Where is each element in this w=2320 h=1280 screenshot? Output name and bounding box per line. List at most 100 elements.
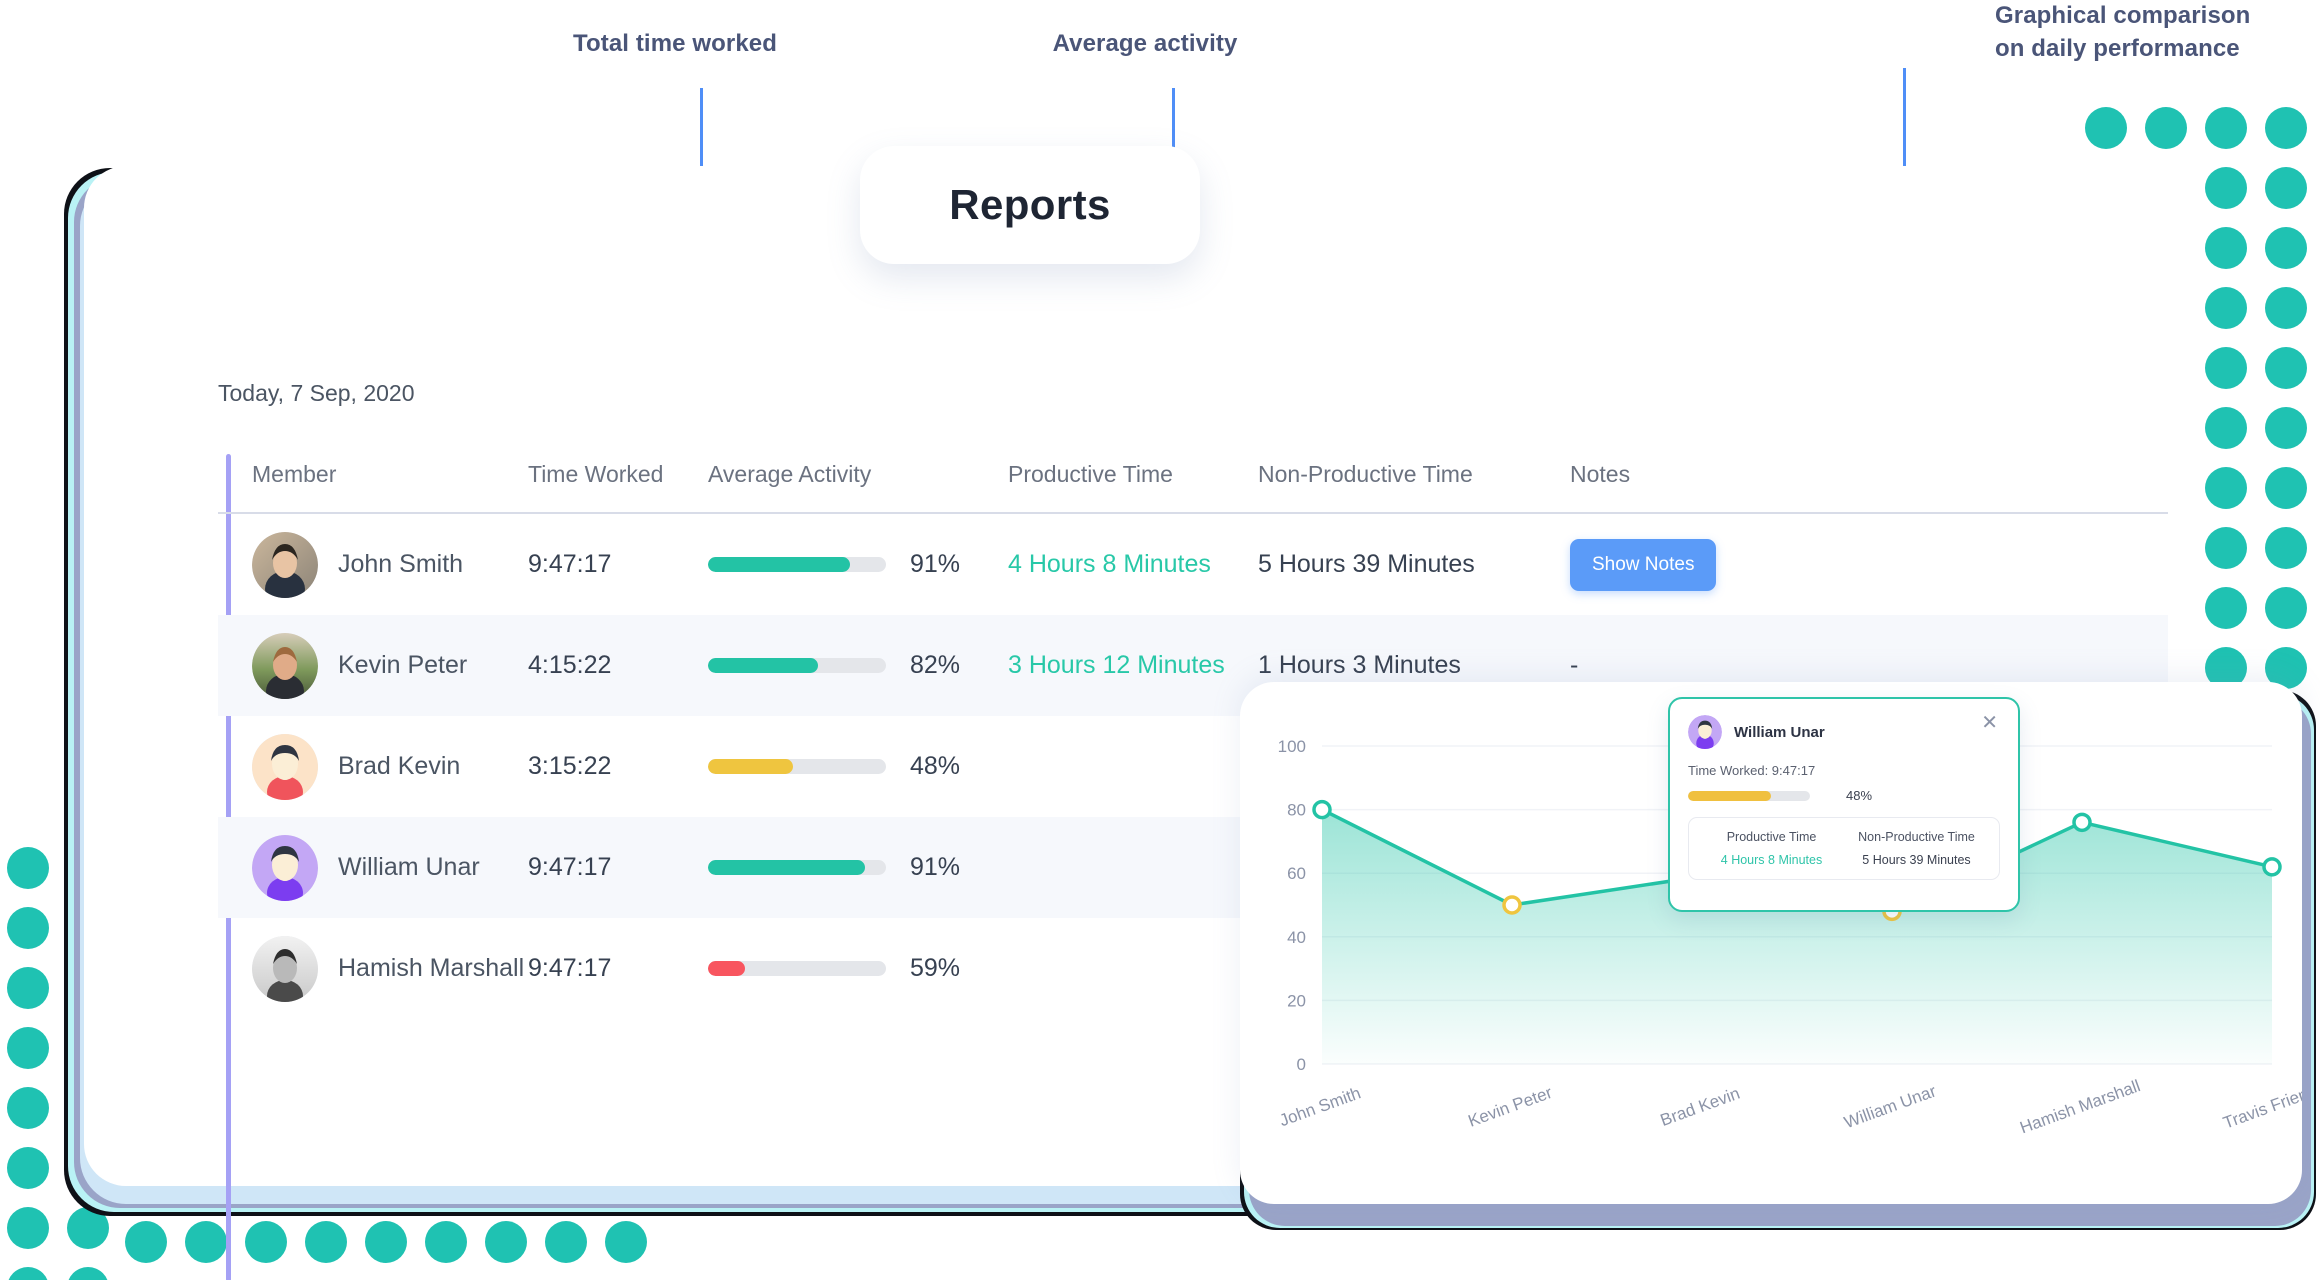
- decorative-dot: [2205, 167, 2247, 209]
- chart-x-tick-label: John Smith: [1277, 1083, 1363, 1130]
- average-activity-cell: 59%: [708, 954, 1008, 983]
- chart-y-tick-label: 20: [1287, 991, 1306, 1010]
- chart-x-tick-label: Hamish Marshall: [2017, 1076, 2142, 1137]
- decorative-dot: [2085, 107, 2127, 149]
- close-icon[interactable]: ✕: [1977, 711, 2002, 735]
- tooltip-header: William Unar: [1688, 715, 2000, 749]
- time-worked-cell: 3:15:22: [528, 752, 708, 781]
- decorative-dot: [2205, 527, 2247, 569]
- tooltip-time-worked: Time Worked: 9:47:17: [1688, 763, 1816, 778]
- decorative-dot: [425, 1221, 467, 1263]
- decorative-dot: [2205, 467, 2247, 509]
- decorative-dot: [2265, 227, 2307, 269]
- decorative-dot: [2205, 287, 2247, 329]
- annotation-total-time-worked: Total time worked: [573, 30, 777, 57]
- non-productive-time-cell: 1 Hours 3 Minutes: [1258, 651, 1508, 680]
- chart-x-tick-label: Brad Kevin: [1658, 1084, 1743, 1130]
- member-name: William Unar: [338, 853, 480, 881]
- tooltip-activity-percent: 48%: [1846, 788, 1873, 803]
- decorative-dot: [7, 1207, 49, 1249]
- decorative-dot: [2265, 527, 2307, 569]
- avatar: [252, 531, 318, 598]
- notes-cell: -: [1508, 651, 1748, 680]
- show-notes-button[interactable]: Show Notes: [1570, 538, 1717, 591]
- productive-time-cell: 3 Hours 12 Minutes: [1008, 651, 1258, 680]
- decorative-dot: [2265, 287, 2307, 329]
- notes-cell: Show Notes: [1508, 538, 1748, 591]
- activity-bar-track: [708, 961, 886, 976]
- decorative-dot: [7, 967, 49, 1009]
- column-header-average-activity: Average Activity: [708, 460, 872, 487]
- activity-percent: 91%: [910, 853, 961, 881]
- decorative-dot: [2265, 587, 2307, 629]
- tooltip-activity-bar-fill: [1688, 790, 1771, 801]
- average-activity-cell: 82%: [708, 651, 1008, 680]
- chart-data-point[interactable]: [1312, 799, 1332, 820]
- decorative-dot: [185, 1221, 227, 1263]
- screenshot-root: Total time worked Average activity Graph…: [0, 0, 2320, 1280]
- decorative-dot: [7, 1267, 49, 1280]
- tooltip-times-box: Productive Time 4 Hours 8 Minutes Non-Pr…: [1688, 817, 2000, 880]
- member-cell: Hamish Marshall: [218, 935, 528, 1002]
- time-worked-value: 9:47:17: [528, 550, 612, 578]
- decorative-dot: [2265, 347, 2307, 389]
- decorative-dot: [67, 1267, 109, 1280]
- decorative-dot: [245, 1221, 287, 1263]
- activity-percent: 82%: [910, 651, 961, 679]
- activity-bar-track: [708, 860, 886, 875]
- avatar: [1688, 715, 1722, 749]
- decorative-dot: [125, 1221, 167, 1263]
- decorative-dot: [2205, 407, 2247, 449]
- tab-reports[interactable]: Reports: [860, 146, 1200, 264]
- decorative-dot: [2205, 347, 2247, 389]
- decorative-dot: [2205, 107, 2247, 149]
- column-header-non-productive-time: Non-Productive Time: [1258, 460, 1473, 487]
- avatar: [252, 632, 318, 699]
- tooltip-productive-column: Productive Time 4 Hours 8 Minutes: [1699, 830, 1844, 867]
- page-title: Reports: [949, 181, 1111, 228]
- member-cell: Brad Kevin: [218, 733, 528, 800]
- average-activity-cell: 91%: [708, 853, 1008, 882]
- time-worked-value: 9:47:17: [528, 954, 612, 982]
- decorative-dot: [2265, 107, 2307, 149]
- annotation-graphical-comparison: Graphical comparison on daily performanc…: [1995, 2, 2251, 62]
- tooltip-non-productive-value: 5 Hours 39 Minutes: [1862, 853, 1971, 867]
- avatar: [252, 834, 318, 901]
- decorative-dot: [2205, 227, 2247, 269]
- member-name: Hamish Marshall: [338, 954, 525, 982]
- tooltip-non-productive-column: Non-Productive Time 5 Hours 39 Minutes: [1844, 830, 1989, 867]
- tooltip-member-name: William Unar: [1734, 723, 1825, 741]
- productive-time-value: 3 Hours 12 Minutes: [1008, 651, 1225, 679]
- decorative-dot: [7, 1027, 49, 1069]
- table-row[interactable]: John Smith 9:47:17 91% 4 Hours 8 Minutes…: [218, 514, 2168, 615]
- decorative-dot: [2265, 167, 2307, 209]
- activity-percent: 59%: [910, 954, 961, 982]
- column-header-time-worked: Time Worked: [528, 460, 664, 487]
- activity-bar-track: [708, 759, 886, 774]
- member-cell: Kevin Peter: [218, 632, 528, 699]
- average-activity-cell: 48%: [708, 752, 1008, 781]
- chart-tooltip-popup[interactable]: ✕ William Unar Time Worked: 9:47:17 48%: [1668, 697, 2020, 912]
- time-worked-value: 9:47:17: [528, 853, 612, 881]
- tooltip-non-productive-header: Non-Productive Time: [1858, 830, 1975, 844]
- productive-time-cell: 4 Hours 8 Minutes: [1008, 550, 1258, 579]
- member-name: Brad Kevin: [338, 752, 461, 780]
- chart-data-point[interactable]: [2262, 857, 2282, 877]
- chart-data-point[interactable]: [1502, 895, 1522, 915]
- chart-y-tick-label: 80: [1287, 801, 1306, 820]
- time-worked-cell: 9:47:17: [528, 853, 708, 882]
- time-worked-cell: 4:15:22: [528, 651, 708, 680]
- tooltip-productive-header: Productive Time: [1726, 830, 1817, 844]
- chart-data-point[interactable]: [2072, 812, 2092, 833]
- chart-y-tick-label: 40: [1287, 928, 1306, 947]
- chart-y-tick-label: 60: [1287, 864, 1306, 883]
- chart-y-tick-label: 100: [1278, 737, 1306, 756]
- decorative-dot: [7, 907, 49, 949]
- activity-bar-fill: [708, 860, 865, 875]
- non-productive-time-cell: 5 Hours 39 Minutes: [1258, 550, 1508, 579]
- decorative-dot: [305, 1221, 347, 1263]
- activity-percent: 48%: [910, 752, 961, 780]
- column-header-productive-time: Productive Time: [1008, 460, 1173, 487]
- annotation-average-activity: Average activity: [1052, 30, 1238, 57]
- decorative-dot: [545, 1221, 587, 1263]
